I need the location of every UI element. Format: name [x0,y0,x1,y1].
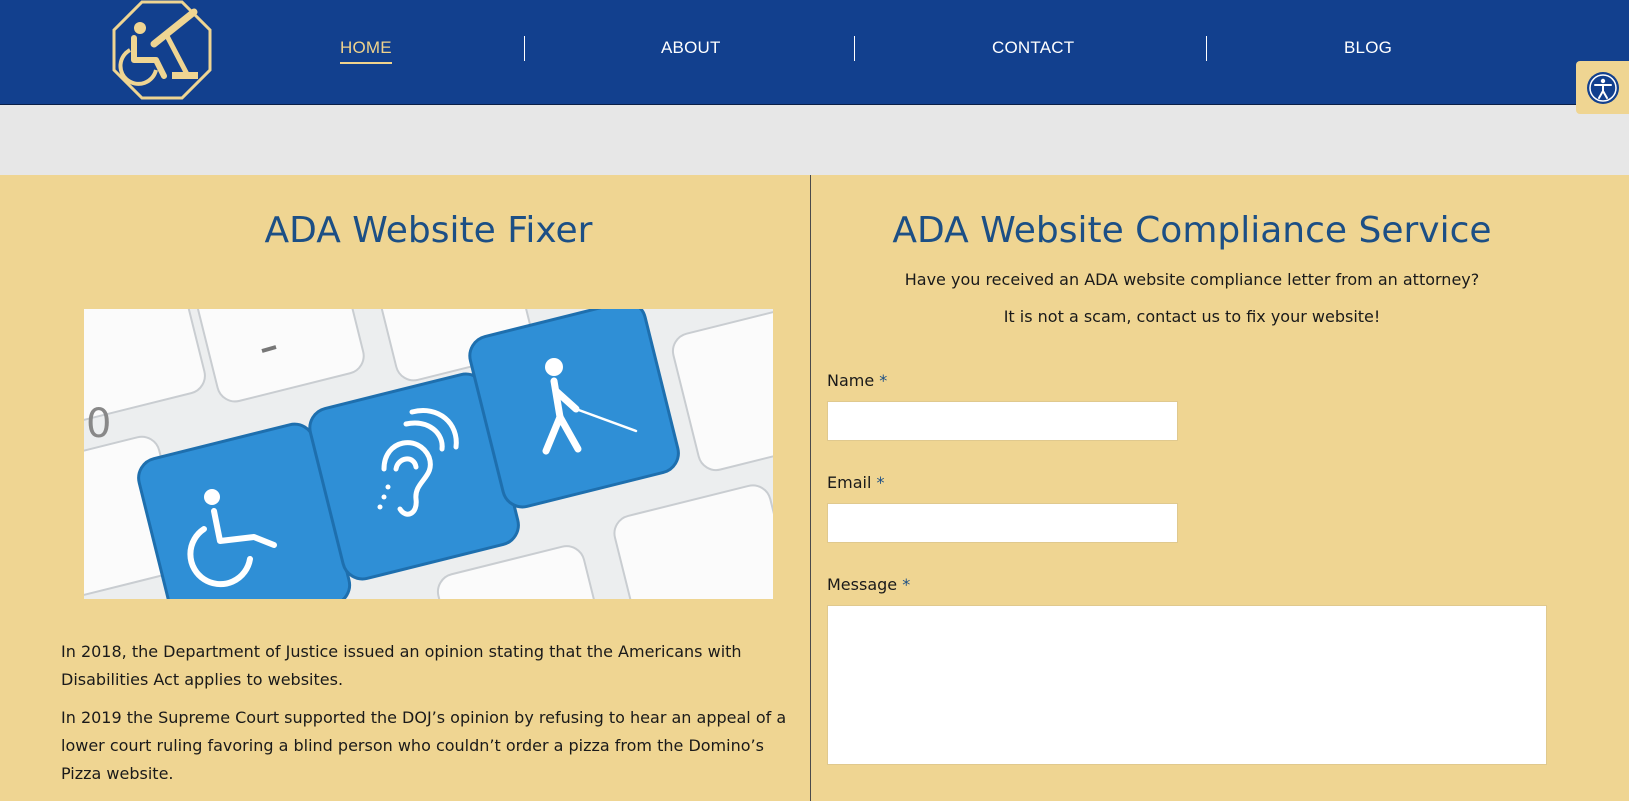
required-marker: * [879,371,888,390]
accessibility-icon [1586,71,1619,104]
nav-about[interactable]: ABOUT [661,38,721,58]
accessibility-button[interactable] [1576,61,1629,114]
nav-contact[interactable]: CONTACT [992,38,1074,58]
nav-separator [854,36,855,61]
nav-home[interactable]: HOME [340,38,392,64]
email-label: Email * [827,473,884,492]
right-heading: ADA Website Compliance Service [892,210,1492,251]
site-header: HOME ABOUT CONTACT BLOG [0,0,1629,114]
nav-separator [524,36,525,61]
email-label-text: Email [827,473,872,492]
email-input[interactable] [827,503,1178,543]
name-label-text: Name [827,371,875,390]
required-marker: * [902,575,911,594]
required-marker: * [876,473,885,492]
nav-blog[interactable]: BLOG [1344,38,1392,58]
column-divider [810,175,811,801]
compliance-question: Have you received an ADA website complia… [904,270,1480,289]
intro-paragraph-2: In 2019 the Supreme Court supported the … [61,708,787,783]
message-label: Message * [827,575,910,594]
keyboard-hero-image: 0 [84,309,773,599]
keyboard-illustration: 0 [84,309,773,599]
nav-separator [1206,36,1207,61]
name-label: Name * [827,371,887,390]
main-content: ADA Website Fixer 0 In 2018, the Departm… [0,175,1629,801]
svg-text:0: 0 [86,401,111,447]
name-input[interactable] [827,401,1178,441]
header-spacer-band [0,105,1629,175]
message-textarea[interactable] [827,605,1547,765]
intro-paragraph-1: In 2018, the Department of Justice issue… [61,642,742,689]
wheelchair-logo-icon[interactable] [110,0,214,102]
compliance-cta: It is not a scam, contact us to fix your… [1003,307,1381,326]
message-label-text: Message [827,575,898,594]
left-heading: ADA Website Fixer [264,210,593,251]
